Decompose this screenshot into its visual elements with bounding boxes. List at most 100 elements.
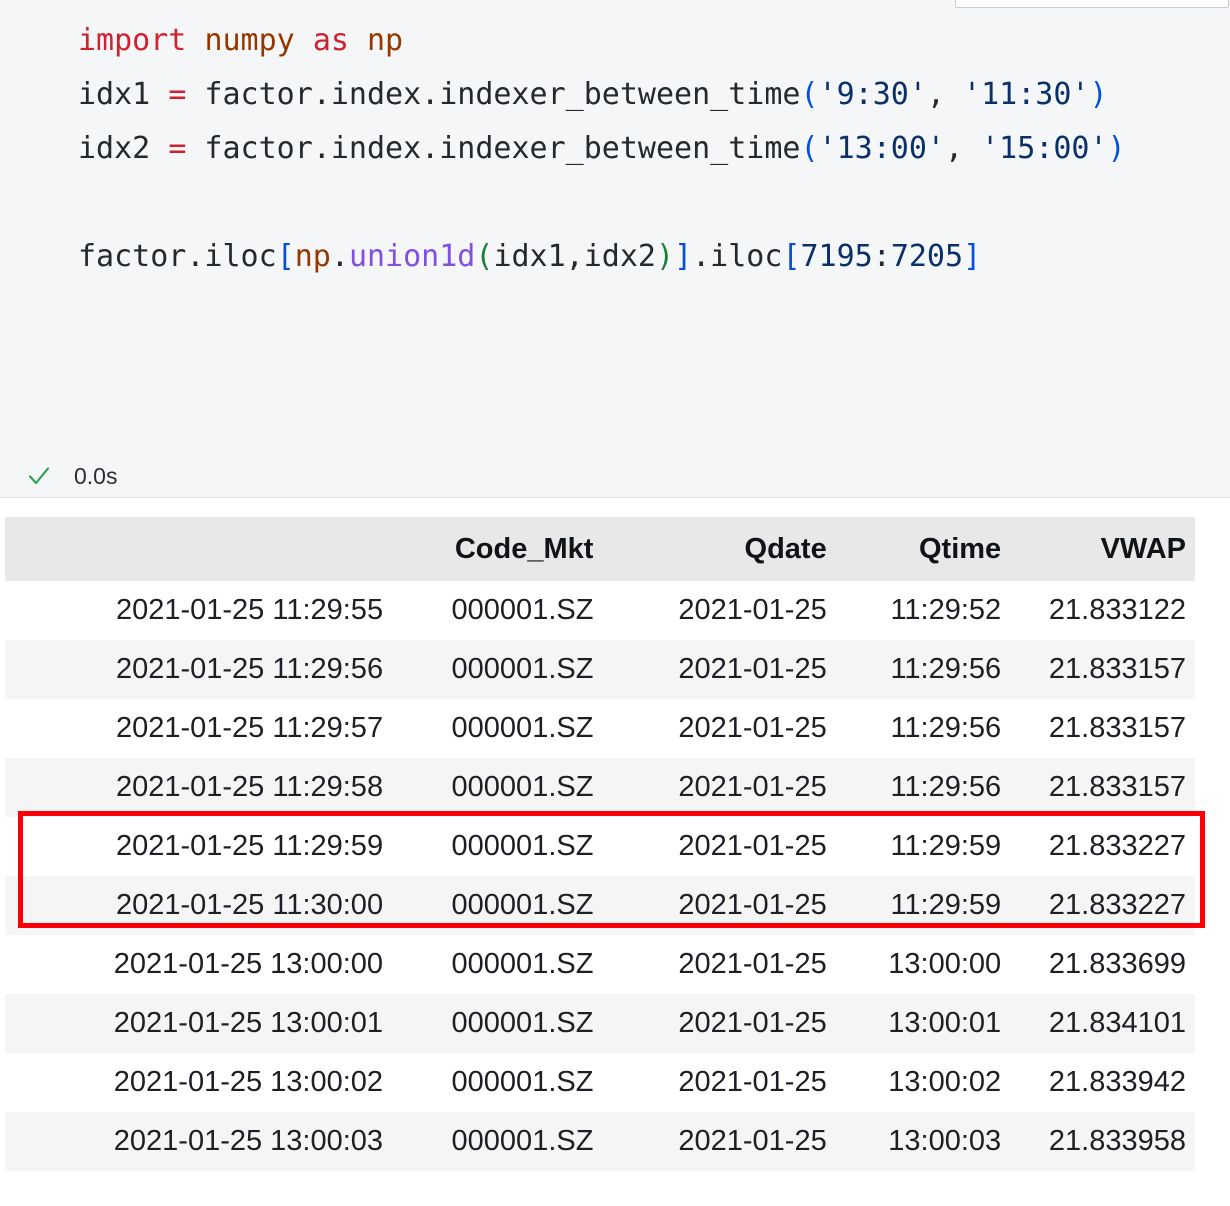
notebook-root: import numpy as np idx1 = factor.index.in…	[0, 0, 1230, 1206]
cell-qdate: 2021-01-25	[678, 594, 827, 626]
table-row[interactable]: 2021-01-25 13:00:03 000001.SZ 2021-01-25 13…	[5, 1112, 1195, 1171]
table-row[interactable]: 2021-01-25 11:29:58 000001.SZ 2021-01-25 11…	[5, 758, 1195, 817]
code-token: np	[367, 23, 404, 58]
execution-time: 0.0s	[74, 462, 118, 489]
cell-index: 2021-01-25 11:29:55	[115, 594, 384, 626]
header-row: Code_Mkt Qdate Qtime VWAP	[5, 517, 1195, 581]
cell-qdate: 2021-01-25	[678, 948, 827, 980]
code-token: ]	[674, 239, 693, 274]
cell-qdate: 2021-01-25	[678, 1007, 827, 1039]
dataframe-body: 2021-01-25 11:29:55 000001.SZ 2021-01-25 11…	[5, 581, 1195, 1171]
code-token: (	[800, 77, 819, 112]
code-token: (	[800, 131, 819, 166]
code-token: ,	[944, 131, 964, 166]
code-line: idx2 = factor.index.indexer_between_time…	[78, 122, 1196, 176]
cell-code-mkt: 000001.SZ	[451, 1007, 594, 1039]
code-token: [	[276, 239, 295, 274]
cell-run-status: 0.0s	[0, 455, 1230, 497]
cell-qtime: 13:00:00	[888, 948, 1002, 980]
cell-vwap: 21.833699	[1048, 948, 1186, 980]
table-row[interactable]: 2021-01-25 13:00:00 000001.SZ 2021-01-25 13…	[5, 935, 1195, 994]
cell-qtime: 13:00:01	[888, 1007, 1002, 1039]
code-token: .	[330, 239, 349, 274]
code-token: factor.index.indexer_between_time	[186, 77, 801, 112]
cell-code-mkt: 000001.SZ	[451, 830, 594, 862]
table-row[interactable]: 2021-01-25 11:29:59 000001.SZ 2021-01-25 11…	[5, 817, 1195, 876]
cell-index: 2021-01-25 11:29:57	[115, 712, 384, 744]
cell-qtime: 11:29:59	[890, 889, 1002, 921]
code-token: =	[168, 77, 187, 112]
dataframe-header: Code_Mkt Qdate Qtime VWAP	[5, 517, 1195, 581]
cell-toolbar-chip[interactable]	[955, 0, 1229, 8]
column-header-index[interactable]	[5, 517, 393, 581]
cell-qtime: 11:29:56	[890, 712, 1002, 744]
cell-index: 2021-01-25 11:30:00	[115, 889, 384, 921]
code-token: )	[1107, 131, 1126, 166]
code-token: .iloc	[692, 239, 783, 274]
check-icon	[26, 463, 52, 489]
cell-index: 2021-01-25 13:00:00	[113, 948, 384, 980]
cell-code-mkt: 000001.SZ	[451, 1125, 594, 1157]
table-row[interactable]: 2021-01-25 11:29:55 000001.SZ 2021-01-25 11…	[5, 581, 1195, 640]
code-token: ,	[926, 77, 945, 112]
cell-qdate: 2021-01-25	[678, 830, 827, 862]
cell-code-mkt: 000001.SZ	[451, 889, 594, 921]
code-cell[interactable]: import numpy as np idx1 = factor.index.in…	[0, 0, 1230, 497]
cell-code-mkt: 000001.SZ	[451, 771, 594, 803]
cell-qdate: 2021-01-25	[678, 771, 827, 803]
cell-qdate: 2021-01-25	[678, 1125, 827, 1157]
table-row[interactable]: 2021-01-25 13:00:01 000001.SZ 2021-01-25 13…	[5, 994, 1195, 1053]
cell-vwap: 21.834101	[1048, 1007, 1186, 1039]
cell-vwap: 21.833227	[1048, 830, 1186, 862]
cell-vwap: 21.833958	[1048, 1125, 1186, 1157]
cell-qdate: 2021-01-25	[678, 1066, 827, 1098]
table-row[interactable]: 2021-01-25 11:29:57 000001.SZ 2021-01-25 11…	[5, 699, 1195, 758]
code-token: (	[475, 239, 494, 274]
column-header-qdate[interactable]: Qdate	[602, 517, 836, 581]
table-row[interactable]: 2021-01-25 13:00:02 000001.SZ 2021-01-25 13…	[5, 1053, 1195, 1112]
cell-qtime: 11:29:56	[890, 771, 1002, 803]
code-line: import numpy as np	[78, 14, 1196, 68]
cell-index: 2021-01-25 13:00:02	[113, 1066, 384, 1098]
code-token: '9:30'	[818, 77, 927, 112]
code-token: =	[168, 131, 187, 166]
cell-vwap: 21.833157	[1048, 653, 1186, 685]
cell-code-mkt: 000001.SZ	[451, 594, 594, 626]
code-token: numpy	[204, 23, 295, 58]
cell-index: 2021-01-25 13:00:03	[113, 1125, 384, 1157]
code-token: idx1,idx2	[493, 239, 656, 274]
code-line: factor.iloc[np.union1d(idx1,idx2)].iloc[…	[78, 230, 1196, 284]
cell-code-mkt: 000001.SZ	[451, 1066, 594, 1098]
code-token: '13:00'	[818, 131, 945, 166]
code-token: idx1	[78, 77, 169, 112]
cell-qtime: 13:00:03	[888, 1125, 1002, 1157]
code-token: import	[78, 23, 187, 58]
table-row[interactable]: 2021-01-25 11:29:56 000001.SZ 2021-01-25 11…	[5, 640, 1195, 699]
code-token: factor.index.indexer_between_time	[186, 131, 801, 166]
cell-vwap: 21.833227	[1048, 889, 1186, 921]
code-token: as	[312, 23, 349, 58]
code-token: ]	[963, 239, 982, 274]
cell-vwap: 21.833942	[1048, 1066, 1186, 1098]
code-token: '11:30'	[963, 77, 1090, 112]
code-token: idx2	[78, 131, 169, 166]
code-editor[interactable]: import numpy as np idx1 = factor.index.in…	[0, 14, 1230, 284]
code-line: idx1 = factor.index.indexer_between_time…	[78, 68, 1196, 122]
dataframe-output: Code_Mkt Qdate Qtime VWAP 2021-01-25 11:…	[5, 517, 1195, 1171]
cell-index: 2021-01-25 11:29:58	[115, 771, 384, 803]
table-row[interactable]: 2021-01-25 11:30:00 000001.SZ 2021-01-25 11…	[5, 876, 1195, 935]
cell-vwap: 21.833157	[1048, 712, 1186, 744]
cell-vwap: 21.833122	[1048, 594, 1186, 626]
column-header-qtime[interactable]: Qtime	[835, 517, 1011, 581]
column-header-vwap[interactable]: VWAP	[1010, 517, 1195, 581]
code-token: '15:00'	[981, 131, 1108, 166]
cell-code-mkt: 000001.SZ	[451, 653, 594, 685]
cell-qdate: 2021-01-25	[678, 889, 827, 921]
code-token: np	[294, 239, 331, 274]
column-header-code-mkt[interactable]: Code_Mkt	[392, 517, 603, 581]
code-token: :	[872, 239, 891, 274]
cell-index: 2021-01-25 11:29:59	[115, 830, 384, 862]
code-token: )	[656, 239, 675, 274]
cell-index: 2021-01-25 13:00:01	[113, 1007, 384, 1039]
